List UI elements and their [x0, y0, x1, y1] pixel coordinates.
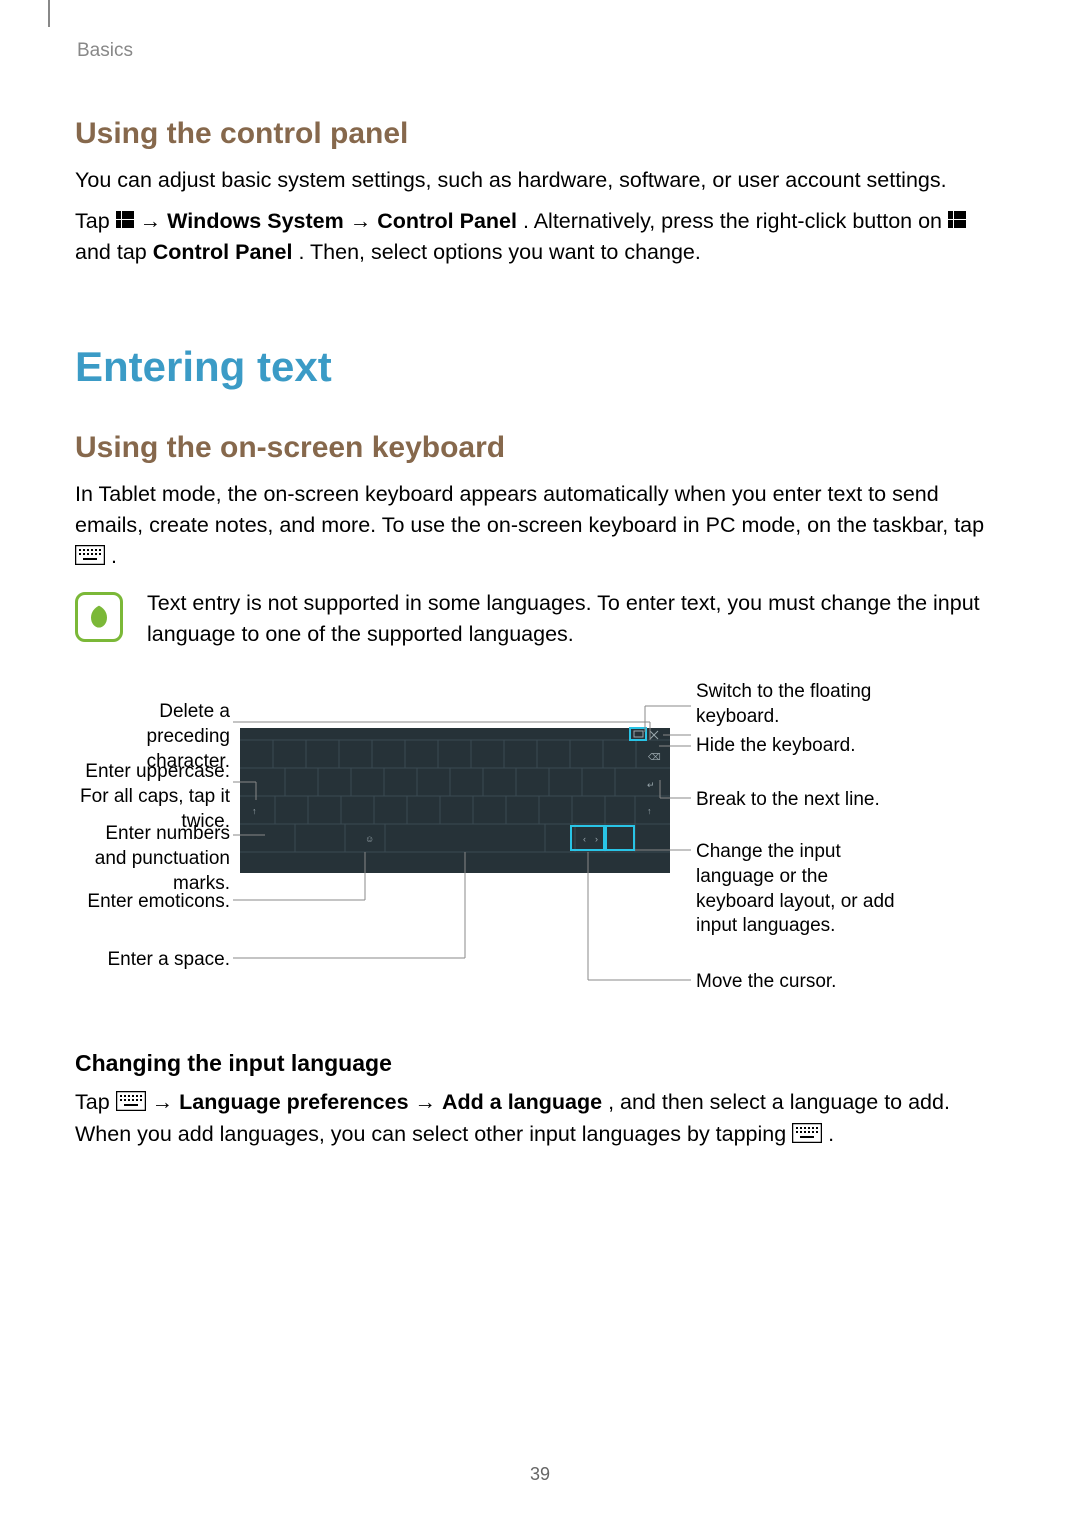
- para-input-language: Tap → Language preferences → Add a langu…: [75, 1087, 1005, 1149]
- text: . Then, select options you want to chang…: [298, 240, 700, 264]
- svg-text:⌫: ⌫: [648, 752, 661, 762]
- heading-entering-text: Entering text: [75, 343, 1005, 391]
- text-bold: Add a language: [442, 1090, 602, 1114]
- text: →: [140, 209, 167, 233]
- text-bold: Language preferences: [179, 1090, 408, 1114]
- subheading-control-panel: Using the control panel: [75, 117, 1005, 151]
- text: .: [828, 1122, 834, 1146]
- keyboard-illustration: ↑ ↑ ↵ ⌫ ☺ ‹ ›: [75, 680, 1005, 1010]
- page-number: 39: [0, 1464, 1080, 1485]
- text: . Alternatively, press the right-click b…: [523, 209, 948, 233]
- keyboard-diagram: Delete a preceding character. Enter uppe…: [75, 680, 1005, 1010]
- text-bold: Control Panel: [377, 209, 517, 233]
- section-header: Basics: [77, 40, 1005, 62]
- text-bold: Control Panel: [153, 240, 293, 264]
- text: →: [350, 209, 377, 233]
- svg-text:↑: ↑: [647, 806, 652, 816]
- text: .: [111, 544, 117, 568]
- svg-text:☺: ☺: [365, 834, 374, 844]
- text: Tap: [75, 209, 116, 233]
- text: In Tablet mode, the on-screen keyboard a…: [75, 482, 984, 537]
- svg-text:›: ›: [595, 834, 598, 844]
- start-tiles-icon: [116, 211, 134, 234]
- keyboard-settings-icon: [116, 1091, 146, 1116]
- keyboard-taskbar-icon: [75, 545, 105, 570]
- start-tiles-icon: [948, 211, 966, 234]
- para-onscreen-intro: In Tablet mode, the on-screen keyboard a…: [75, 479, 1005, 573]
- text: Tap: [75, 1090, 116, 1114]
- note-block: Text entry is not supported in some lang…: [75, 588, 1005, 650]
- subheading-input-language: Changing the input language: [75, 1050, 1005, 1077]
- text: →: [415, 1090, 442, 1114]
- text-bold: Windows System: [167, 209, 344, 233]
- svg-text:‹: ‹: [583, 834, 586, 844]
- text: and tap: [75, 240, 153, 264]
- text: →: [152, 1090, 179, 1114]
- svg-text:↑: ↑: [252, 806, 257, 816]
- note-text: Text entry is not supported in some lang…: [147, 588, 1005, 650]
- document-page: Basics Using the control panel You can a…: [0, 0, 1080, 1527]
- keyboard-switch-icon: [792, 1123, 822, 1148]
- subheading-onscreen-keyboard: Using the on-screen keyboard: [75, 431, 1005, 465]
- svg-text:↵: ↵: [647, 780, 655, 790]
- note-icon: [75, 592, 123, 642]
- para-control-panel-intro: You can adjust basic system settings, su…: [75, 165, 1005, 196]
- para-control-panel-steps: Tap → Windows System → Control Panel . A…: [75, 206, 1005, 268]
